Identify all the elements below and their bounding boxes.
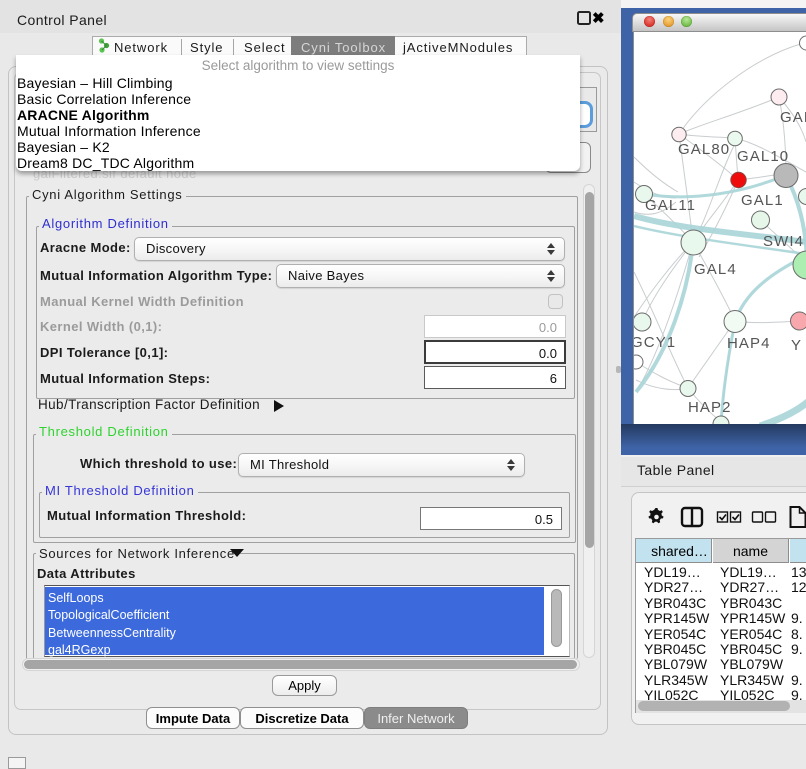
svg-text:HAP2: HAP2	[688, 399, 732, 416]
svg-text:GAL1: GAL1	[741, 192, 784, 209]
svg-text:SWI4: SWI4	[763, 233, 804, 250]
svg-text:GCY1: GCY1	[634, 334, 676, 351]
svg-text:GAL4: GAL4	[694, 261, 737, 278]
svg-text:GAL11: GAL11	[645, 197, 696, 214]
svg-text:Y: Y	[791, 337, 802, 354]
svg-text:GAL10: GAL10	[737, 148, 789, 165]
svg-text:HAP4: HAP4	[727, 335, 771, 352]
svg-text:GAL80: GAL80	[678, 141, 730, 158]
svg-text:GAL: GAL	[780, 109, 806, 126]
